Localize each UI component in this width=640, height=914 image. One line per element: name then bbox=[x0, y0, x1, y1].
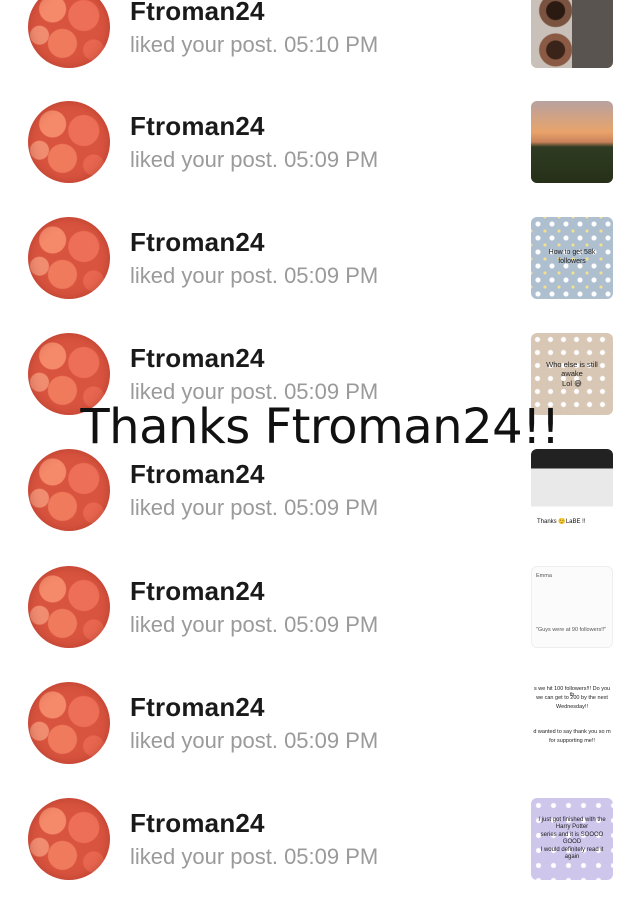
thumbnail-caption-line: d wanted to say thank you so m bbox=[533, 729, 611, 735]
user-avatar[interactable] bbox=[28, 798, 110, 880]
notification-row[interactable]: Ftroman24 liked your post. 05:09 PM s we h… bbox=[0, 682, 640, 798]
notification-username[interactable]: Ftroman24 bbox=[130, 576, 265, 607]
user-avatar[interactable] bbox=[28, 217, 110, 299]
notification-row[interactable]: Ftroman24 liked your post. 05:09 PM Thanks… bbox=[0, 449, 640, 565]
thumbnail-caption-line: I would definitely read it again bbox=[540, 846, 604, 861]
thumbnail-caption-line: I just got finished with the Harry Potte… bbox=[538, 816, 606, 831]
notification-action-text: liked your post. 05:09 PM bbox=[130, 495, 379, 520]
notification-action-text: liked your post. 05:09 PM bbox=[130, 844, 379, 869]
thumbnail-caption-line: Wednesday!! bbox=[555, 704, 588, 710]
thumbnail-caption-line: series and it is SOOOO GOOD bbox=[540, 831, 604, 846]
notification-action-text: liked your post. 05:09 PM bbox=[130, 263, 379, 288]
thumbnail-caption-line: for supporting me!! bbox=[549, 738, 595, 744]
thumbnail-caption-line: How to get 58k followers bbox=[548, 249, 596, 265]
post-thumbnail[interactable]: How to get 58k followers bbox=[531, 217, 613, 299]
thumbnail-caption-line: Emma bbox=[536, 573, 552, 579]
user-avatar[interactable] bbox=[28, 101, 110, 183]
notification-action-text: liked your post. 05:09 PM bbox=[130, 612, 379, 637]
user-avatar[interactable] bbox=[28, 566, 110, 648]
notification-action-text: liked your post. 05:10 PM bbox=[130, 32, 379, 57]
thanks-overlay-caption: Thanks Ftroman24!! bbox=[80, 399, 560, 455]
notification-row[interactable]: Ftroman24 liked your post. 05:09 PM Emma "G… bbox=[0, 566, 640, 682]
thumbnail-caption-line: Who else is still awake bbox=[546, 359, 598, 379]
post-thumbnail[interactable]: s we hit 100 followers!!! Do you th we ca… bbox=[531, 682, 613, 764]
post-thumbnail[interactable]: Thanks ☺️LaBE !! bbox=[531, 449, 613, 531]
post-thumbnail[interactable] bbox=[531, 101, 613, 183]
notification-action-text: liked your post. 05:09 PM bbox=[130, 728, 379, 753]
notification-username[interactable]: Ftroman24 bbox=[130, 227, 265, 258]
notification-row[interactable]: Ftroman24 liked your post. 05:09 PM bbox=[0, 101, 640, 217]
thumbnail-caption-line: we can get to 200 by the next bbox=[536, 695, 608, 701]
user-avatar[interactable] bbox=[28, 682, 110, 764]
notification-username[interactable]: Ftroman24 bbox=[130, 692, 265, 723]
post-thumbnail[interactable]: Emma "Guys were at 90 followers!!" bbox=[531, 566, 613, 648]
notification-row[interactable]: Ftroman24 liked your post. 05:10 PM bbox=[0, 0, 640, 102]
thumbnail-caption-line: Thanks ☺️LaBE !! bbox=[537, 519, 586, 525]
notification-username[interactable]: Ftroman24 bbox=[130, 808, 265, 839]
user-avatar[interactable] bbox=[28, 449, 110, 531]
notification-action-text: liked your post. 05:09 PM bbox=[130, 147, 379, 172]
post-thumbnail[interactable] bbox=[531, 0, 613, 68]
notification-username[interactable]: Ftroman24 bbox=[130, 0, 265, 27]
thumbnail-caption-line: "Guys were at 90 followers!!" bbox=[536, 627, 607, 633]
notification-row[interactable]: Ftroman24 liked your post. 05:09 PM I just… bbox=[0, 798, 640, 914]
post-thumbnail[interactable]: I just got finished with the Harry Potte… bbox=[531, 798, 613, 880]
notification-username[interactable]: Ftroman24 bbox=[130, 111, 265, 142]
user-avatar[interactable] bbox=[28, 0, 110, 68]
thumbnail-caption-line: Lol 😅 bbox=[562, 378, 582, 388]
notification-username[interactable]: Ftroman24 bbox=[130, 459, 265, 490]
notification-row[interactable]: Ftroman24 liked your post. 05:09 PM How to… bbox=[0, 217, 640, 333]
notification-username[interactable]: Ftroman24 bbox=[130, 343, 265, 374]
